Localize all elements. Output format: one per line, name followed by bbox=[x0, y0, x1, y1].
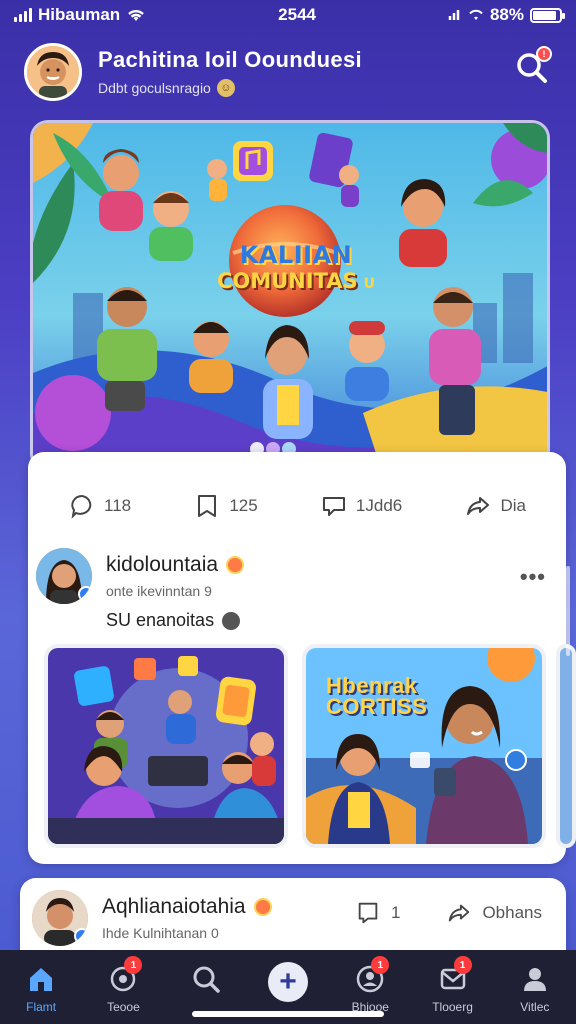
status-time: 2544 bbox=[278, 5, 316, 24]
post-2-share[interactable]: Obhans bbox=[446, 900, 542, 926]
wifi-icon bbox=[128, 9, 145, 21]
avatar-face-icon bbox=[27, 46, 79, 98]
caption-emoji-icon bbox=[222, 611, 241, 630]
bookmark-icon bbox=[358, 902, 378, 924]
hero-banner[interactable]: KALIIAN COMUNITAS U bbox=[30, 120, 550, 472]
nav-label-profile: Vitlec bbox=[520, 1000, 550, 1014]
post-2-author[interactable]: Aqhlianaiotahia bbox=[102, 895, 272, 919]
post-time: onte ikevinntan 9 bbox=[106, 583, 212, 599]
verified-badge-icon bbox=[78, 586, 92, 602]
share-stat[interactable]: Dia bbox=[464, 492, 526, 520]
home-indicator[interactable] bbox=[192, 1011, 384, 1017]
replies-count: 1Jdd6 bbox=[355, 496, 403, 515]
subtitle-text: Ddbt goculsnragio bbox=[98, 80, 211, 96]
user-avatar[interactable] bbox=[24, 43, 82, 101]
cell-signal-icon bbox=[448, 10, 460, 20]
post-meta: kidolountaia onte ikevinntan 9 bbox=[106, 553, 245, 599]
bookmark-icon bbox=[198, 495, 217, 517]
signal-icon bbox=[14, 8, 32, 22]
share-icon bbox=[467, 497, 490, 515]
inbox-icon: 1 bbox=[436, 956, 472, 996]
search-notification-badge: ! bbox=[536, 46, 552, 62]
emoji-icon: ☺ bbox=[216, 79, 235, 97]
saves-count: 125 bbox=[229, 496, 258, 515]
hero-title-line2-wrap: COMUNITAS U bbox=[211, 269, 381, 293]
post-media: Hbenrak CORTISS bbox=[36, 644, 576, 854]
home-icon bbox=[24, 962, 58, 996]
post-caption-text: SU enanoitas bbox=[106, 610, 215, 630]
emoji-badge-icon bbox=[253, 898, 272, 916]
replies-stat[interactable]: 1Jdd6 bbox=[320, 492, 402, 520]
person-icon bbox=[518, 962, 552, 996]
more-options-icon[interactable]: ••• bbox=[520, 564, 546, 590]
post-2-header: Aqhlianaiotahia Ihde Kulnihtanan 0 bbox=[32, 890, 272, 946]
hero-title-line1: KALIIAN bbox=[239, 241, 353, 269]
add-icon: + bbox=[267, 962, 308, 1002]
carrier-name: Hibauman bbox=[38, 5, 121, 24]
app-title: Pachitina Ioil Oounduesi bbox=[98, 47, 362, 72]
status-bar: Hibauman 2544 88% bbox=[0, 0, 576, 30]
post-2-actions: 1 Obhans bbox=[355, 900, 542, 926]
wifi-small-icon bbox=[469, 9, 483, 20]
post-2-comments-count: 1 bbox=[390, 903, 401, 922]
nav-badge-explore: 1 bbox=[124, 956, 143, 974]
post-author-avatar[interactable] bbox=[36, 548, 92, 604]
target-icon: 1 bbox=[106, 956, 143, 996]
gaming-illustration bbox=[48, 648, 284, 844]
post-caption: SU enanoitas bbox=[106, 610, 241, 631]
hero-title-suffix: U bbox=[363, 276, 376, 292]
nav-item-home[interactable]: Flamt bbox=[5, 962, 77, 1014]
post-2-author-avatar[interactable] bbox=[32, 890, 88, 946]
saves-stat[interactable]: 125 bbox=[193, 492, 258, 520]
verified-badge-icon bbox=[74, 928, 88, 944]
status-left: Hibauman bbox=[14, 5, 146, 25]
header-text: Pachitina Ioil Oounduesi Ddbt goculsnrag… bbox=[98, 47, 362, 97]
profile-icon: 1 bbox=[353, 956, 390, 996]
nav-label-inbox: Tlooerg bbox=[432, 1000, 473, 1014]
hero-title: KALIIAN COMUNITAS U bbox=[211, 241, 381, 293]
status-right: 88% bbox=[448, 5, 565, 25]
nav-item-inbox[interactable]: 1 Tlooerg bbox=[417, 956, 489, 1014]
nav-item-add[interactable]: + bbox=[252, 962, 324, 1002]
app-header: Pachitina Ioil Oounduesi Ddbt goculsnrag… bbox=[24, 40, 554, 104]
post-author[interactable]: kidolountaia bbox=[106, 553, 245, 577]
thumb-2-label: Hbenrak CORTISS bbox=[326, 675, 428, 719]
post-card: 118 125 1Jdd6 Dia kidolountaia onte ikev… bbox=[28, 452, 576, 864]
post-2-author-name: Aqhlianaiotahia bbox=[102, 895, 246, 918]
battery-percent: 88% bbox=[489, 5, 524, 24]
post-2-meta: Aqhlianaiotahia Ihde Kulnihtanan 0 bbox=[102, 895, 272, 941]
comments-count: 118 bbox=[104, 496, 132, 515]
post-image-3-partial[interactable] bbox=[556, 644, 576, 848]
post-image-1[interactable] bbox=[44, 644, 288, 848]
chat-bubble-icon bbox=[322, 497, 345, 516]
nav-item-search[interactable] bbox=[170, 962, 242, 996]
post-2-share-label: Obhans bbox=[482, 903, 542, 922]
hero-illustration bbox=[33, 123, 547, 469]
battery-icon bbox=[529, 7, 565, 23]
nav-item-communities[interactable]: 1 Bhiooe bbox=[334, 956, 406, 1014]
share-icon bbox=[449, 904, 470, 922]
scroll-indicator[interactable] bbox=[566, 566, 570, 656]
comments-stat[interactable]: 118 bbox=[68, 492, 131, 520]
post-2-comments[interactable]: 1 bbox=[355, 900, 400, 926]
post-2-time: Ihde Kulnihtanan 0 bbox=[102, 925, 219, 941]
app-subtitle: Ddbt goculsnragio ☺ bbox=[98, 79, 362, 97]
hero-title-line2: COMUNITAS bbox=[216, 269, 358, 293]
post-author-name: kidolountaia bbox=[106, 553, 219, 576]
nav-badge-inbox: 1 bbox=[453, 956, 472, 974]
nav-item-profile[interactable]: Vitlec bbox=[499, 962, 571, 1014]
search-button[interactable]: ! bbox=[510, 46, 554, 90]
thumb-2-label-line2: CORTISS bbox=[326, 693, 428, 719]
emoji-badge-icon bbox=[226, 556, 245, 574]
nav-badge-communities: 1 bbox=[371, 956, 390, 974]
nav-label-explore: Teooe bbox=[107, 1000, 140, 1014]
stats-row: 118 125 1Jdd6 Dia bbox=[68, 492, 526, 520]
comment-icon bbox=[71, 494, 92, 519]
share-label: Dia bbox=[500, 496, 526, 515]
post-header: kidolountaia onte ikevinntan 9 ••• bbox=[36, 546, 550, 606]
post-image-2[interactable]: Hbenrak CORTISS bbox=[302, 644, 546, 848]
search-icon bbox=[189, 962, 223, 996]
nav-item-explore[interactable]: 1 Teooe bbox=[87, 956, 159, 1014]
nav-label-home: Flamt bbox=[26, 1000, 57, 1014]
